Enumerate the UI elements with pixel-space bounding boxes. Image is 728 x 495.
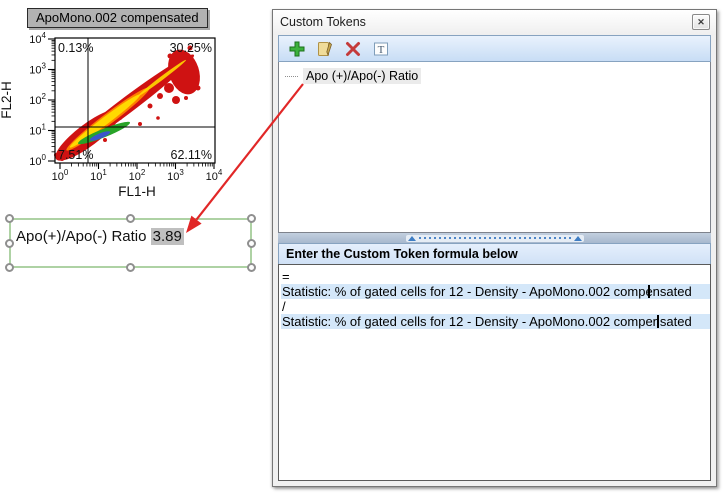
text-token-icon: T <box>372 40 390 58</box>
ratio-textbox[interactable]: Apo(+)/Apo(-) Ratio 3.89 <box>9 218 252 268</box>
formula-editor[interactable]: = Statistic: % of gated cells for 12 - D… <box>278 264 711 481</box>
splitter-collapse-handle[interactable] <box>406 235 584 242</box>
plus-icon <box>288 40 306 58</box>
y-tick-label: 101 <box>29 123 46 138</box>
x-tick-label: 104 <box>206 168 223 183</box>
quadrant-label-ur: 30.25% <box>170 41 212 55</box>
edit-note-icon <box>316 40 334 58</box>
svg-text:T: T <box>378 44 385 56</box>
y-tick-label: 100 <box>29 153 46 168</box>
close-button[interactable]: ✕ <box>692 14 710 30</box>
x-tick-label: 100 <box>52 168 69 183</box>
formula-line: = <box>281 269 710 284</box>
formula-line-token: Statistic: % of gated cells for 12 - Den… <box>281 314 710 329</box>
resize-handle-n[interactable] <box>126 214 135 223</box>
token-list-item[interactable]: Apo (+)/Apo(-) Ratio <box>279 62 710 86</box>
density-plot: 0.13% 30.25% 7.51% 62.11% 100 101 102 103 10… <box>0 28 265 205</box>
resize-handle-ne[interactable] <box>247 214 256 223</box>
quadrant-label-ul: 0.13% <box>58 41 93 55</box>
y-axis-label: FL2-H <box>0 81 14 119</box>
resize-handle-nw[interactable] <box>5 214 14 223</box>
density-plot-object[interactable]: ApoMono.002 compensated <box>0 0 265 205</box>
resize-handle-s[interactable] <box>126 263 135 272</box>
resize-handle-se[interactable] <box>247 263 256 272</box>
dialog-toolbar: T <box>278 35 711 62</box>
x-axis-label: FL1-H <box>118 184 156 199</box>
dialog-title: Custom Tokens <box>280 15 366 29</box>
token-label: Apo (+)/Apo(-) Ratio <box>303 68 421 84</box>
ratio-token-value: 3.89 <box>151 228 184 245</box>
ratio-text: Apo(+)/Apo(-) Ratio 3.89 <box>16 228 184 245</box>
resize-handle-e[interactable] <box>247 239 256 248</box>
ratio-label: Apo(+)/Apo(-) Ratio <box>16 228 146 245</box>
edit-token-button[interactable] <box>315 39 335 59</box>
token-list: Apo (+)/Apo(-) Ratio <box>278 62 711 233</box>
text-cursor <box>657 315 659 328</box>
collapse-up-icon <box>574 236 582 241</box>
quadrant-label-ll: 7.51% <box>58 148 93 162</box>
delete-x-icon <box>344 40 362 58</box>
text-cursor <box>648 285 650 298</box>
resize-handle-sw[interactable] <box>5 263 14 272</box>
add-token-button[interactable] <box>287 39 307 59</box>
delete-token-button[interactable] <box>343 39 363 59</box>
formula-line-token: Statistic: % of gated cells for 12 - Den… <box>281 284 710 299</box>
resize-handle-w[interactable] <box>5 239 14 248</box>
collapse-up-icon <box>408 236 416 241</box>
screen: ApoMono.002 compensated <box>0 0 728 495</box>
quadrant-label-lr: 62.11% <box>171 148 212 162</box>
formula-line: / <box>281 299 710 314</box>
close-icon: ✕ <box>697 17 705 27</box>
tree-branch-icon <box>285 76 298 77</box>
formula-header: Enter the Custom Token formula below <box>278 243 711 264</box>
custom-tokens-dialog: Custom Tokens ✕ <box>272 9 717 487</box>
dialog-titlebar[interactable]: Custom Tokens ✕ <box>273 10 716 35</box>
splitter-dots <box>419 237 571 239</box>
x-tick-label: 101 <box>90 168 107 183</box>
dialog-content: T Apo (+)/Apo(-) Ratio En <box>278 35 711 481</box>
y-tick-label: 102 <box>29 92 46 107</box>
x-tick-label: 103 <box>167 168 184 183</box>
y-tick-label: 104 <box>29 31 46 46</box>
x-tick-label: 102 <box>129 168 146 183</box>
panel-splitter[interactable] <box>278 233 711 243</box>
text-token-button[interactable]: T <box>371 39 391 59</box>
plot-title: ApoMono.002 compensated <box>27 8 208 28</box>
y-tick-label: 103 <box>29 62 46 77</box>
